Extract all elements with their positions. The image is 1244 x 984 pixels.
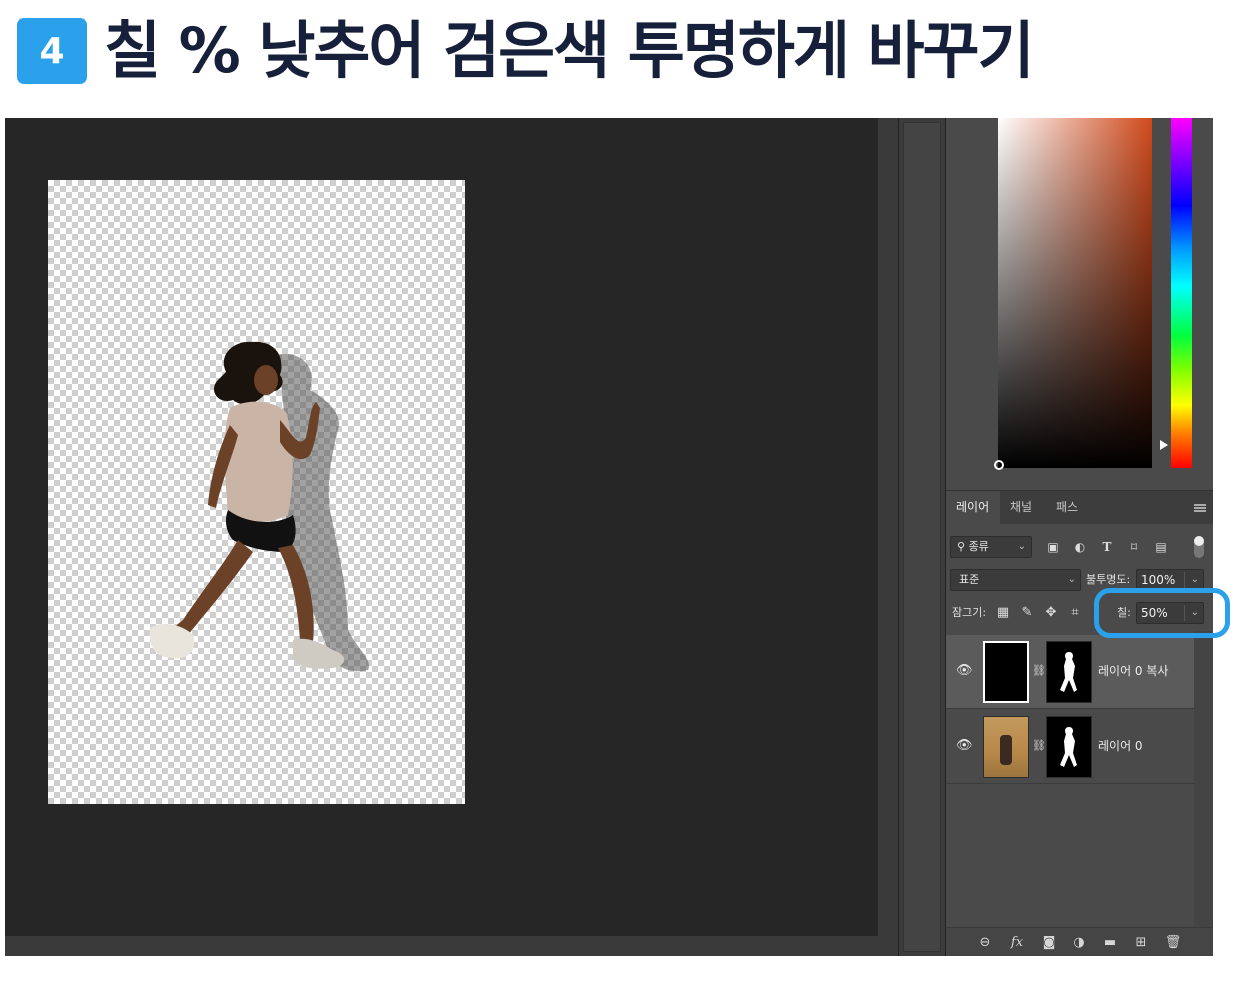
adjustment-layer-icon[interactable]: ◑ bbox=[1070, 934, 1088, 952]
walking-woman-cutout bbox=[149, 341, 369, 672]
layer-row-original[interactable]: 👁 ⛓ 레이어 0 bbox=[946, 710, 1194, 784]
smart-object-filter-icon[interactable]: ▤ bbox=[1152, 538, 1170, 556]
blend-mode-select[interactable]: 표준 ⌄ bbox=[950, 569, 1081, 591]
search-icon: ⚲ bbox=[957, 540, 969, 553]
collapsed-panel-dock bbox=[898, 118, 945, 956]
layer-mask-thumbnail[interactable] bbox=[1046, 641, 1092, 703]
layers-panel-tabs: 레이어 채널 패스 bbox=[946, 491, 1213, 524]
lock-artboard-icon[interactable]: ⌗ bbox=[1066, 604, 1084, 622]
lock-transparent-pixels-icon[interactable]: ▦ bbox=[994, 604, 1012, 622]
layers-bottom-toolbar: ⊖ fx ◙ ◑ ▬ ⊞ 🗑 bbox=[946, 927, 1213, 956]
trash-icon[interactable]: 🗑 bbox=[1164, 934, 1182, 952]
step-number-badge: 4 bbox=[17, 18, 87, 84]
vertical-scrollbar[interactable] bbox=[878, 118, 898, 956]
tab-channels[interactable]: 채널 bbox=[1000, 491, 1046, 524]
canvas-workspace[interactable] bbox=[5, 118, 878, 936]
filter-toggle-icon[interactable] bbox=[1194, 536, 1204, 558]
link-layers-icon[interactable]: ⊖ bbox=[976, 934, 994, 952]
dock-column bbox=[903, 122, 941, 952]
color-picker-field[interactable] bbox=[998, 118, 1152, 468]
photo-figure bbox=[1000, 735, 1012, 765]
lock-position-icon[interactable]: ✥ bbox=[1042, 604, 1060, 622]
layer-mask-thumbnail[interactable] bbox=[1046, 716, 1092, 778]
layer-row-copy[interactable]: 👁 ⛓ 레이어 0 복사 bbox=[946, 635, 1194, 709]
tutorial-header: 4 칠 % 낮추어 검은색 투명하게 바꾸기 bbox=[0, 0, 1244, 110]
mask-silhouette bbox=[1060, 652, 1077, 692]
opacity-value: 100% bbox=[1141, 573, 1176, 587]
layer-filter-row: ⚲ 종류 ⌄ ▣ ◐ T ⌑ ▤ bbox=[950, 536, 1210, 558]
visibility-eye-icon[interactable]: 👁 bbox=[956, 739, 973, 753]
panel-menu-icon[interactable] bbox=[1194, 504, 1206, 512]
lock-image-pixels-icon[interactable]: ✎ bbox=[1018, 604, 1036, 622]
fx-icon[interactable]: fx bbox=[1008, 934, 1026, 952]
new-layer-icon[interactable]: ⊞ bbox=[1132, 934, 1150, 952]
tab-layers[interactable]: 레이어 bbox=[946, 491, 1000, 524]
layer-name[interactable]: 레이어 0 bbox=[1098, 738, 1143, 754]
photoshop-window: 레이어 채널 패스 ⚲ 종류 ⌄ ▣ ◐ T ⌑ ▤ 표준 ⌄ 불투명도: 10… bbox=[5, 118, 1213, 956]
layer-name[interactable]: 레이어 0 복사 bbox=[1098, 663, 1168, 679]
blend-mode-value: 표준 bbox=[959, 573, 980, 586]
layer-thumbnail-photo bbox=[983, 716, 1029, 778]
step-title: 칠 % 낮추어 검은색 투명하게 바꾸기 bbox=[104, 14, 1035, 87]
hue-slider[interactable] bbox=[1171, 118, 1192, 468]
field-separator bbox=[1184, 572, 1185, 588]
adjustment-filter-icon[interactable]: ◐ bbox=[1071, 538, 1089, 556]
shape-filter-icon[interactable]: ⌑ bbox=[1125, 538, 1143, 556]
layer-filter-select[interactable]: ⚲ 종류 ⌄ bbox=[950, 536, 1032, 558]
fill-highlight-ring bbox=[1094, 588, 1230, 638]
mask-link-icon[interactable]: ⛓ bbox=[1032, 737, 1046, 755]
document-canvas[interactable] bbox=[48, 180, 465, 804]
chevron-down-icon[interactable]: ⌄ bbox=[1191, 570, 1199, 590]
horizontal-scrollbar[interactable] bbox=[5, 936, 878, 956]
add-mask-icon[interactable]: ◙ bbox=[1040, 934, 1058, 952]
filter-kind-label: 종류 bbox=[968, 540, 989, 553]
hue-slider-handle[interactable] bbox=[1160, 440, 1168, 450]
layer-thumbnail-black bbox=[983, 641, 1029, 703]
type-filter-icon[interactable]: T bbox=[1098, 538, 1116, 556]
chevron-down-icon: ⌄ bbox=[1067, 574, 1076, 585]
mask-silhouette bbox=[1060, 727, 1077, 767]
mask-link-icon[interactable]: ⛓ bbox=[1032, 662, 1046, 680]
right-panels: 레이어 채널 패스 ⚲ 종류 ⌄ ▣ ◐ T ⌑ ▤ 표준 ⌄ 불투명도: 10… bbox=[945, 118, 1213, 956]
tab-paths[interactable]: 패스 bbox=[1046, 491, 1092, 524]
visibility-eye-icon[interactable]: 👁 bbox=[956, 664, 973, 678]
lock-label: 잠그기: bbox=[952, 606, 987, 619]
group-folder-icon[interactable]: ▬ bbox=[1101, 934, 1119, 952]
layers-scrollbar[interactable] bbox=[1194, 631, 1213, 927]
chevron-down-icon: ⌄ bbox=[1017, 541, 1026, 552]
image-filter-icon[interactable]: ▣ bbox=[1044, 538, 1062, 556]
color-picker-cursor[interactable] bbox=[994, 460, 1004, 470]
layers-panel: 레이어 채널 패스 ⚲ 종류 ⌄ ▣ ◐ T ⌑ ▤ 표준 ⌄ 불투명도: 10… bbox=[946, 490, 1213, 956]
